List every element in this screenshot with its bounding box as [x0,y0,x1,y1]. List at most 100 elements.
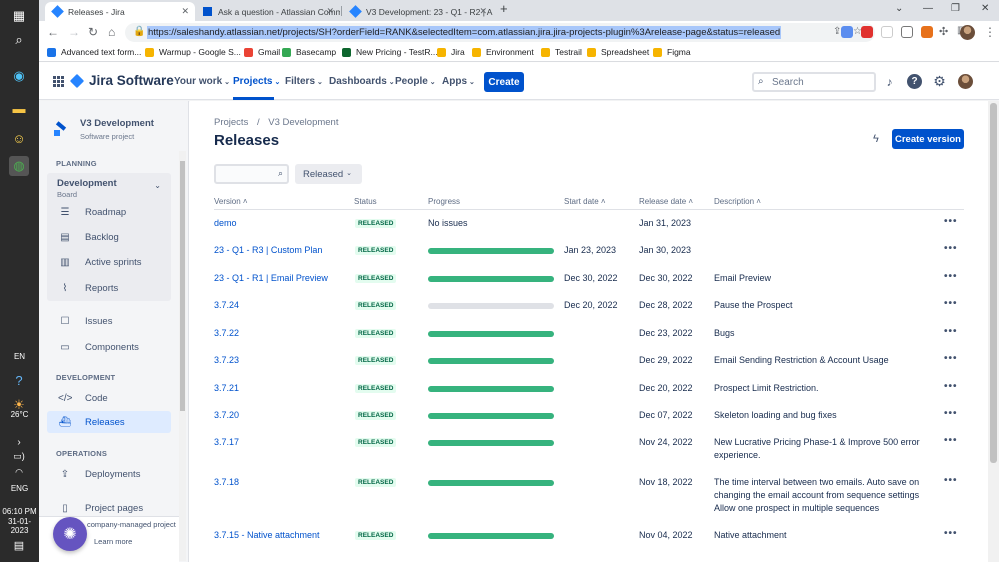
notifications-icon[interactable]: ♪ [882,74,897,89]
version-link[interactable]: demo [214,218,237,228]
progress-bar[interactable] [428,303,554,309]
search-icon[interactable]: ⌕ [9,30,29,50]
column-header-release-date[interactable]: Release date ˄ [639,197,693,206]
browser-menu-icon[interactable]: ⋮ [984,25,996,39]
extension-icon[interactable] [861,26,873,38]
extensions-puzzle-icon[interactable]: ✣ [939,25,948,38]
extension-icon[interactable] [841,26,853,38]
notifications-icon[interactable]: ▤ [9,535,29,555]
more-actions-icon[interactable]: ••• [944,298,958,309]
create-button[interactable]: Create [484,72,524,92]
column-header-version[interactable]: Version ˄ [214,197,248,206]
user-avatar[interactable] [958,74,973,89]
jira-logo[interactable]: Jira Software [69,73,174,88]
sidebar-item-releases[interactable]: ⛴ Releases [47,411,171,433]
app-icon[interactable]: ◉ [9,66,29,86]
tab-search-icon[interactable]: ⌄ [895,3,903,14]
sidebar-item-reports[interactable]: ⌇ Reports [47,277,171,299]
menu-dashboards[interactable]: Dashboards ⌄ [329,76,395,87]
language-indicator[interactable]: EN [0,352,39,361]
forward-icon[interactable]: → [68,25,80,39]
bookmark-item[interactable]: Warmup - Google S... [145,47,241,57]
input-language[interactable]: ENG [0,484,39,493]
menu-filters[interactable]: Filters ⌄ [285,76,323,87]
bookmark-item[interactable]: Gmail [244,47,280,57]
menu-people[interactable]: People ⌄ [395,76,436,87]
progress-bar[interactable] [428,276,554,282]
version-link[interactable]: 3.7.21 [214,383,239,393]
reload-icon[interactable]: ↻ [88,25,98,39]
weather-temp[interactable]: 26°C [0,410,39,419]
version-link[interactable]: 23 - Q1 - R1 | Email Preview [214,273,328,283]
progress-bar[interactable] [428,440,554,446]
version-search-input[interactable]: ⌕ [214,164,289,184]
version-link[interactable]: 3.7.24 [214,300,239,310]
close-tab-icon[interactable]: ✕ [181,6,189,17]
bookmark-item[interactable]: Basecamp [282,47,336,57]
back-icon[interactable]: ← [47,25,59,39]
progress-bar[interactable] [428,533,554,539]
version-link[interactable]: 23 - Q1 - R3 | Custom Plan [214,245,322,255]
bookmark-item[interactable]: Spreadsheet [587,47,649,57]
sidebar-item-roadmap[interactable]: ☰ Roadmap [47,201,171,223]
menu-apps[interactable]: Apps ⌄ [442,76,475,87]
board-name[interactable]: Development [57,178,117,189]
more-actions-icon[interactable]: ••• [944,435,958,446]
minimize-button[interactable]: — [923,3,933,14]
feedback-lightning-icon[interactable]: ϟ [873,133,879,145]
more-actions-icon[interactable]: ••• [944,528,958,539]
clock-time[interactable]: 06:10 PM [0,507,39,516]
clock-date[interactable]: 31-01-2023 [0,517,39,535]
version-link[interactable]: 3.7.18 [214,477,239,487]
more-actions-icon[interactable]: ••• [944,353,958,364]
search-input[interactable]: ⌕ Search [752,72,876,92]
more-actions-icon[interactable]: ••• [944,271,958,282]
lock-icon[interactable]: 🔒 [133,26,145,37]
sidebar-scrollbar[interactable] [179,151,186,561]
home-icon[interactable]: ⌂ [108,25,115,39]
app-switcher-icon[interactable] [53,76,64,87]
breadcrumb-projects[interactable]: Projects [214,117,248,128]
bookmark-item[interactable]: Testrail [541,47,582,57]
page-scrollbar[interactable] [988,101,999,562]
network-icon[interactable]: ◠ [9,462,29,482]
browser-tab-v3-development[interactable]: V3 Development: 23 - Q1 - R2 | A ✕ [343,2,493,21]
close-window-button[interactable]: ✕ [981,3,989,14]
more-actions-icon[interactable]: ••• [944,216,958,227]
project-header[interactable]: V3 Development Software project [53,118,154,141]
extension-icon[interactable] [881,26,893,38]
progress-bar[interactable] [428,331,554,337]
progress-bar[interactable] [428,480,554,486]
sidebar-item-project-pages[interactable]: ▯ Project pages [47,499,171,517]
bookmark-item[interactable]: New Pricing - TestR... [342,47,438,57]
progress-bar[interactable] [428,386,554,392]
browser-tab-atlassian[interactable]: Ask a question - Atlassian Comm ✕ [195,2,340,21]
progress-bar[interactable] [428,413,554,419]
extension-icon[interactable] [901,26,913,38]
version-link[interactable]: 3.7.17 [214,437,239,447]
chevron-down-icon[interactable]: ⌄ [154,181,161,190]
sidebar-item-deployments[interactable]: ⇪ Deployments [47,463,171,485]
more-actions-icon[interactable]: ••• [944,408,958,419]
learn-more-link[interactable]: Learn more [94,537,132,546]
bookmark-item[interactable]: Jira [437,47,465,57]
settings-gear-icon[interactable]: ⚙ [932,73,947,89]
new-tab-button[interactable]: + [500,1,508,16]
help-icon[interactable]: ? [9,370,29,390]
bookmark-item[interactable]: Advanced text form... [47,47,141,57]
menu-projects[interactable]: Projects ⌄ [233,76,280,87]
version-link[interactable]: 3.7.22 [214,328,239,338]
sidebar-item-backlog[interactable]: ▤ Backlog [47,226,171,248]
version-link[interactable]: 3.7.23 [214,355,239,365]
more-actions-icon[interactable]: ••• [944,243,958,254]
progress-bar[interactable] [428,248,554,254]
progress-bar[interactable] [428,358,554,364]
extension-icon[interactable] [921,26,933,38]
more-actions-icon[interactable]: ••• [944,475,958,486]
windows-start-icon[interactable]: ▦ [9,6,29,26]
chrome-icon[interactable]: ◍ [9,156,29,176]
sidebar-item-code[interactable]: </> Code [47,387,171,409]
profile-avatar[interactable] [960,25,975,40]
more-actions-icon[interactable]: ••• [944,381,958,392]
close-tab-icon[interactable]: ✕ [479,6,487,17]
